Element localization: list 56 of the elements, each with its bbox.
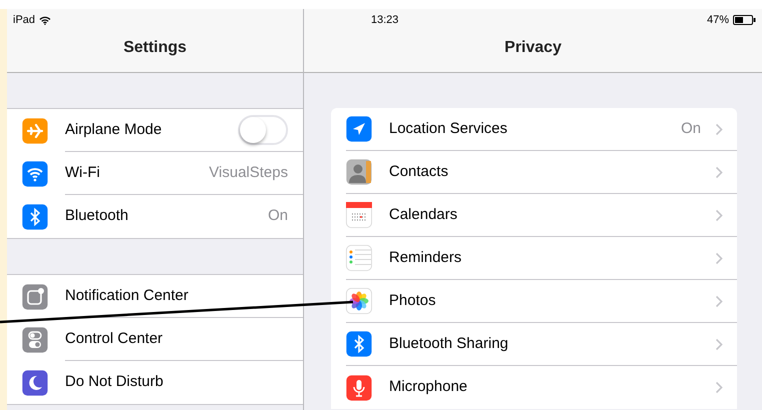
chevron-icon xyxy=(715,338,723,350)
row-label: Microphone xyxy=(389,377,468,398)
settings-row[interactable]: Airplane Mode xyxy=(22,109,303,152)
row-label: Control Center xyxy=(65,328,164,349)
row-label: Bluetooth xyxy=(65,206,130,226)
chevron-icon xyxy=(715,294,723,308)
privacy-row[interactable]: Bluetooth Sharing xyxy=(346,323,737,366)
person-icon xyxy=(346,159,372,185)
chevron-icon xyxy=(715,252,723,264)
chevron-icon xyxy=(715,122,723,136)
panel-title: Settings xyxy=(123,38,187,58)
row-label: Contacts xyxy=(389,162,450,182)
calendar-icon xyxy=(346,202,372,228)
row-value: On xyxy=(680,118,701,139)
chevron-icon xyxy=(715,381,723,394)
row-value: On xyxy=(268,206,288,226)
row-value: VisualSteps xyxy=(209,162,288,183)
privacy-row[interactable]: Photos xyxy=(346,280,737,323)
row-label: Airplane Mode xyxy=(65,120,163,140)
privacy-row[interactable]: Reminders xyxy=(346,237,737,280)
list-icon xyxy=(346,245,372,271)
chevron-icon xyxy=(715,166,723,178)
settings-row[interactable]: Do Not Disturb xyxy=(22,361,303,404)
flower-icon xyxy=(346,288,372,314)
settings-row[interactable]: Notification Center xyxy=(22,275,303,318)
microphone-icon xyxy=(346,374,372,400)
wifi-icon xyxy=(22,160,48,186)
privacy-row[interactable]: Contacts xyxy=(346,151,737,194)
bluetooth-icon xyxy=(346,331,372,357)
bluetooth-icon xyxy=(22,204,48,230)
row-label: Do Not Disturb xyxy=(65,372,164,392)
row-label: Wi-Fi xyxy=(65,162,101,183)
settings-row[interactable]: Wi-Fi VisualSteps xyxy=(22,152,303,195)
airplane-icon xyxy=(22,118,48,144)
clock-time: 13:23 xyxy=(371,12,399,28)
toggle-switch[interactable] xyxy=(238,115,288,145)
privacy-row[interactable]: Calendars xyxy=(346,194,737,237)
row-label: Reminders xyxy=(389,248,463,268)
wifi-icon xyxy=(39,16,52,24)
settings-row[interactable]: Control Center xyxy=(22,318,303,361)
privacy-row[interactable]: Location Services On xyxy=(346,108,737,151)
row-label: Calendars xyxy=(389,204,458,225)
notification-icon xyxy=(22,284,48,310)
row-label: Notification Center xyxy=(65,286,190,306)
moon-icon xyxy=(22,370,48,396)
switches-icon xyxy=(22,326,48,352)
battery-percentage: 47% xyxy=(706,12,729,28)
battery-icon xyxy=(733,15,756,25)
privacy-row[interactable]: Microphone xyxy=(346,366,737,409)
row-label: Bluetooth Sharing xyxy=(389,334,510,354)
panel-title: Privacy xyxy=(504,38,562,58)
chevron-icon xyxy=(715,208,723,222)
settings-row[interactable]: Bluetooth On xyxy=(22,195,303,238)
row-label: Location Services xyxy=(389,118,508,139)
row-label: Photos xyxy=(389,290,437,311)
device-name: iPad xyxy=(13,12,36,28)
